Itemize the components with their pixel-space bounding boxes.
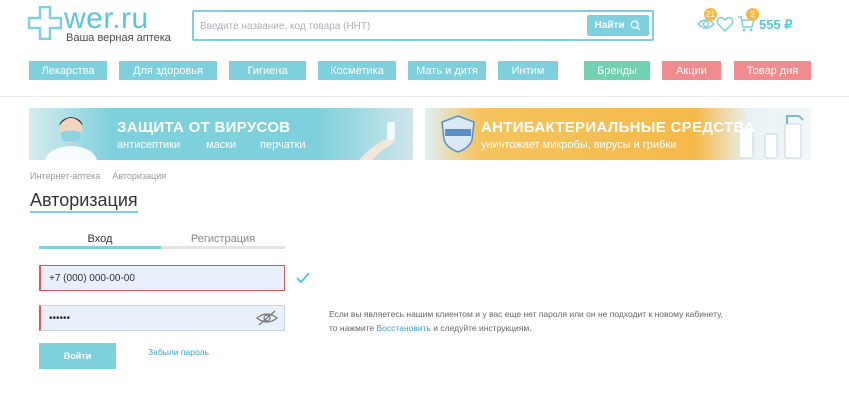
restore-link[interactable]: Восстановить [376,323,430,333]
phone-field [39,265,285,291]
banner-left-item: антисептики [117,139,181,151]
eye-slash-icon[interactable] [256,310,278,326]
breadcrumb: Интернет-аптека Авторизация [30,171,166,181]
woman-mask-illustration [45,117,97,160]
banner-right-title: АНТИБАКТЕРИАЛЬНЫЕ СРЕДСТВА [481,119,756,136]
header-divider [0,96,849,97]
phone-input[interactable] [49,271,249,285]
logo[interactable]: wer.ru Ваша верная аптека [28,2,178,46]
search-button-label: Найти [594,20,625,31]
search-icon [630,20,642,31]
login-button[interactable]: Войти [39,343,116,369]
recovery-info: Если вы являетесь нашим клиентом и у вас… [329,307,729,335]
title-underline [30,211,138,213]
nav-promo[interactable]: Акции [662,61,721,80]
info-prefix: то нажмите [329,323,377,333]
check-icon [296,272,310,284]
logo-text: wer.ru [64,2,149,35]
nav-item-cosmetics[interactable]: Косметика [318,61,396,80]
banner-antibacterial[interactable]: АНТИБАКТЕРИАЛЬНЫЕ СРЕДСТВА уничтожает ми… [425,108,811,160]
banner-left-item: маски [206,139,237,151]
breadcrumb-home[interactable]: Интернет-аптека [30,171,100,181]
shield-badge-icon [441,115,475,153]
breadcrumb-current: Авторизация [112,171,167,181]
info-line-1: Если вы являетесь нашим клиентом и у вас… [329,309,723,319]
plus-cross-logo-icon [28,6,62,40]
nav-brands[interactable]: Бренды [584,61,650,80]
heart-icon[interactable] [716,15,734,33]
info-suffix: и следуйте инструкциям. [430,323,532,333]
nav-item-hygiene[interactable]: Гигиена [229,61,306,80]
forgot-password-link[interactable]: Забыли пароль [148,347,209,357]
banner-right-subtitle: уничтожает микробы, вирусы и грибки [481,139,677,151]
banner-left-item: перчатки [260,139,306,151]
info-line-2: то нажмите Восстановить и следуйте инстр… [329,321,729,335]
hand-spray-illustration [359,122,395,160]
cart-total[interactable]: 555 ₽ [759,17,793,33]
nav-item-mother-child[interactable]: Мать и дитя [408,61,486,80]
nav-item-health[interactable]: Для здоровья [119,61,217,80]
cart-count-badge: 2 [746,8,759,21]
nav-item-medicines[interactable]: Лекарства [29,61,107,80]
search-bar: Найти [192,10,654,41]
password-field [39,305,285,331]
banner-left-title: ЗАЩИТА ОТ ВИРУСОВ [117,119,291,136]
password-input[interactable] [49,311,249,325]
tab-login-indicator [39,246,161,249]
nav-deal-of-day[interactable]: Товар дня [734,61,811,80]
search-input[interactable] [200,17,580,35]
page-title: Авторизация [30,190,138,210]
banner-virus-protection[interactable]: ЗАЩИТА ОТ ВИРУСОВ антисептики маски перч… [29,108,413,160]
tab-register-indicator [161,246,285,249]
search-button[interactable]: Найти [587,15,649,36]
logo-tagline: Ваша верная аптека [66,32,171,44]
nav-item-intimate[interactable]: Интим [498,61,558,80]
